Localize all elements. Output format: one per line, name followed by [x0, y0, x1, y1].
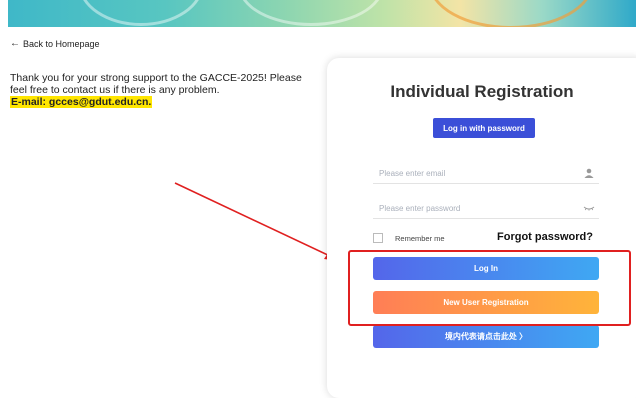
remember-me: Remember me: [373, 233, 445, 243]
user-icon: [584, 168, 594, 178]
annotation-highlight-box: [348, 250, 631, 326]
page-title: Individual Registration: [390, 82, 574, 101]
eye-closed-icon[interactable]: [583, 202, 595, 214]
registration-card: Individual Registration Log in with pass…: [327, 58, 636, 398]
domestic-representative-button[interactable]: 境内代表请点击此处 〉: [373, 325, 599, 348]
email-field: [373, 163, 599, 184]
remember-me-checkbox[interactable]: [373, 233, 383, 243]
password-field: [373, 198, 599, 219]
password-input[interactable]: [373, 199, 579, 218]
login-with-password-button[interactable]: Log in with password: [433, 118, 535, 138]
remember-me-label: Remember me: [395, 233, 445, 243]
email-input[interactable]: [373, 164, 579, 183]
forgot-password-link[interactable]: Forgot password?: [497, 231, 593, 243]
